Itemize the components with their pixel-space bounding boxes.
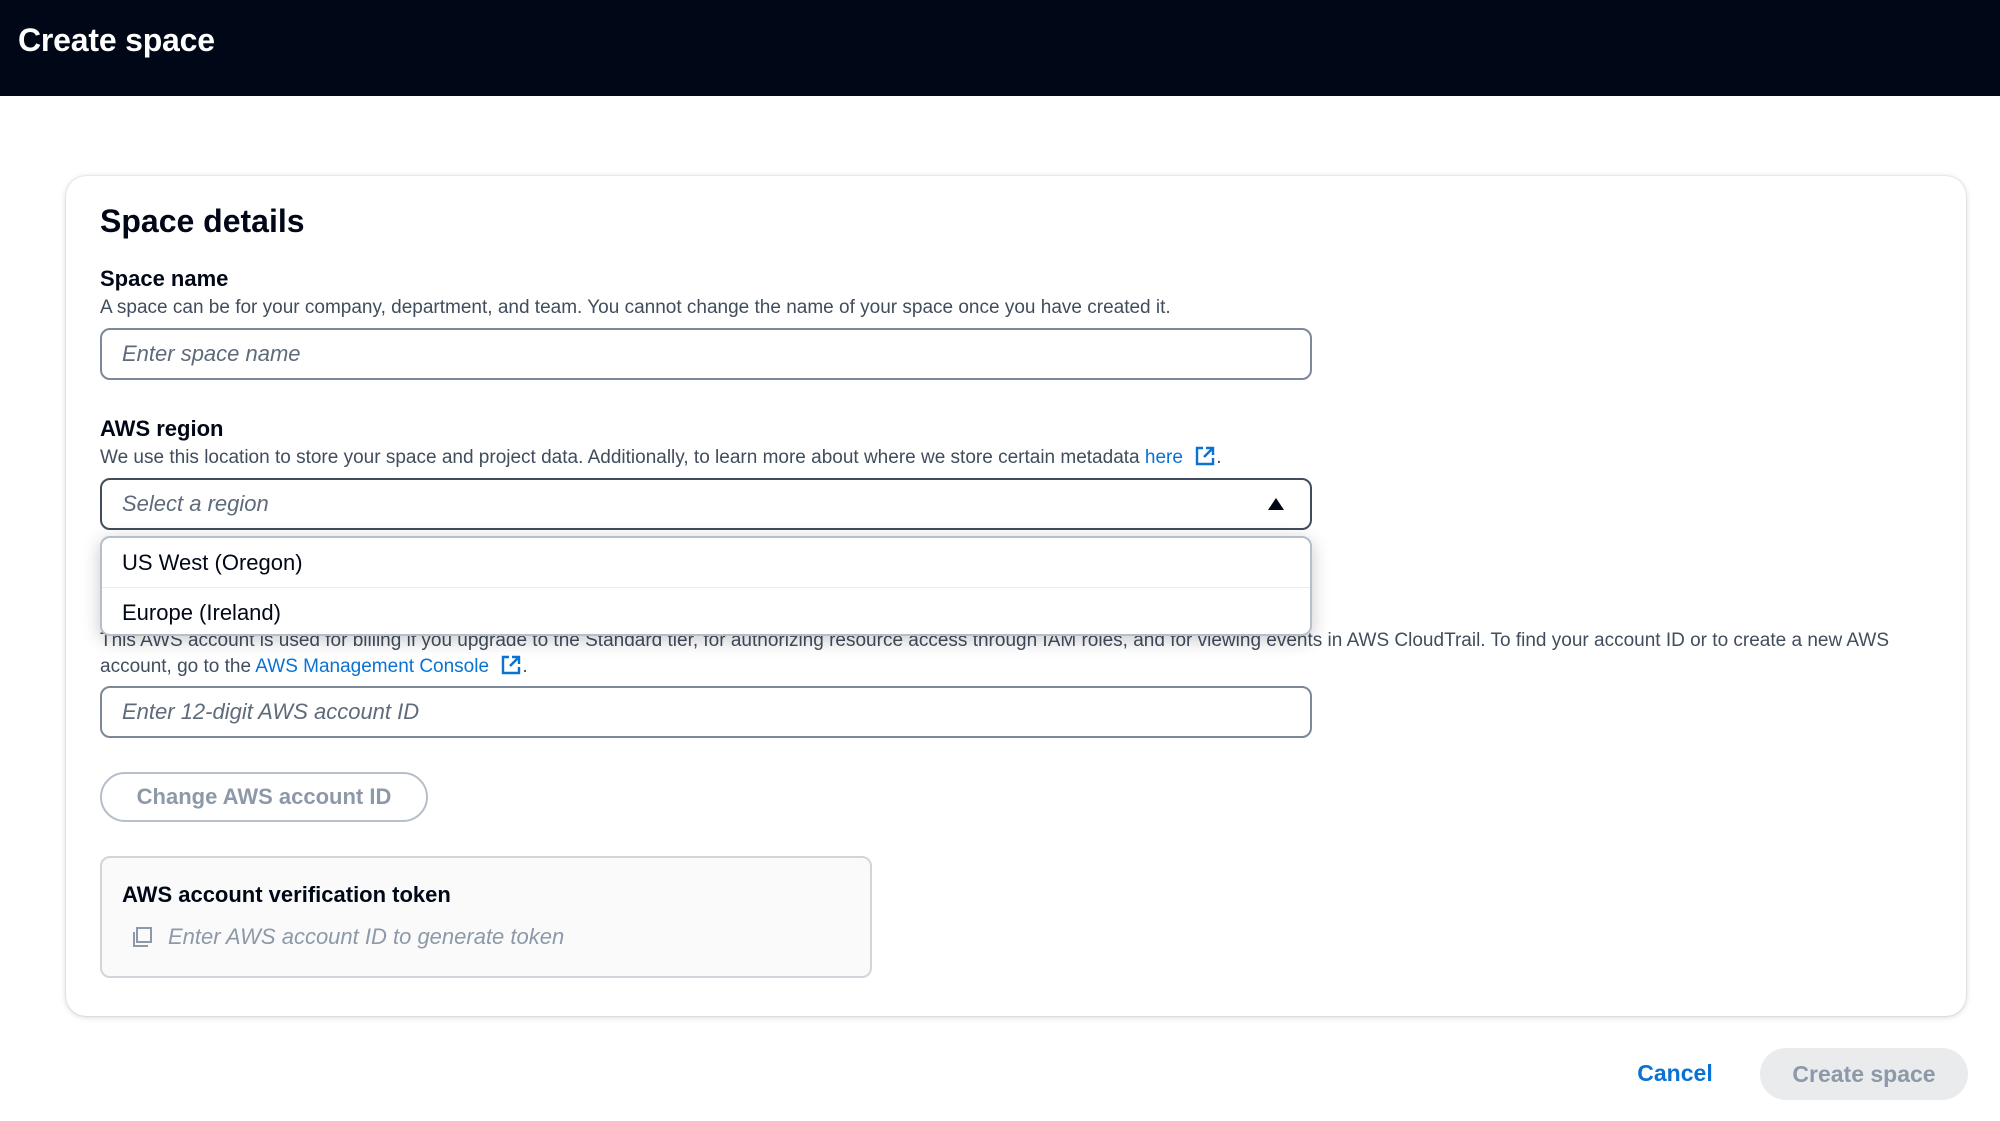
aws-region-label: AWS region <box>100 416 224 441</box>
external-link-icon[interactable] <box>1194 445 1216 467</box>
verification-token-row: Enter AWS account ID to generate token <box>130 924 564 950</box>
region-dropdown-list: US West (Oregon) Europe (Ireland) <box>100 536 1312 636</box>
verification-token-placeholder: Enter AWS account ID to generate token <box>168 924 565 949</box>
top-header: Create space <box>0 0 2000 96</box>
create-space-button[interactable]: Create space <box>1760 1048 1968 1100</box>
verification-token-title: AWS account verification token <box>122 882 451 907</box>
external-link-icon[interactable] <box>500 654 522 676</box>
region-description-trailing: . <box>1216 447 1222 468</box>
region-option-us-west-oregon[interactable]: US West (Oregon) <box>102 538 1310 587</box>
region-select[interactable]: Select a region <box>100 478 1312 530</box>
metadata-here-link[interactable]: here <box>1145 447 1183 468</box>
page-title: Create space <box>18 22 215 58</box>
aws-region-description: We use this location to store your space… <box>100 445 1600 471</box>
aws-region-description-text: We use this location to store your space… <box>100 447 1140 468</box>
cancel-button[interactable]: Cancel <box>1620 1048 1730 1098</box>
copy-icon[interactable] <box>130 925 154 949</box>
aws-management-console-link[interactable]: AWS Management Console <box>255 656 489 677</box>
verification-token-box: AWS account verification token Enter AWS… <box>100 856 872 978</box>
region-option-europe-ireland[interactable]: Europe (Ireland) <box>102 587 1310 634</box>
section-title: Space details <box>100 203 305 239</box>
space-name-input[interactable] <box>100 328 1312 380</box>
caret-up-icon[interactable] <box>1268 498 1284 510</box>
account-description-trailing: . <box>522 656 528 677</box>
region-select-placeholder: Select a region <box>122 491 269 516</box>
change-aws-account-id-button[interactable]: Change AWS account ID <box>100 772 428 822</box>
aws-account-id-input[interactable] <box>100 686 1312 738</box>
space-name-label: Space name <box>100 266 229 291</box>
space-name-description: A space can be for your company, departm… <box>100 297 1171 318</box>
